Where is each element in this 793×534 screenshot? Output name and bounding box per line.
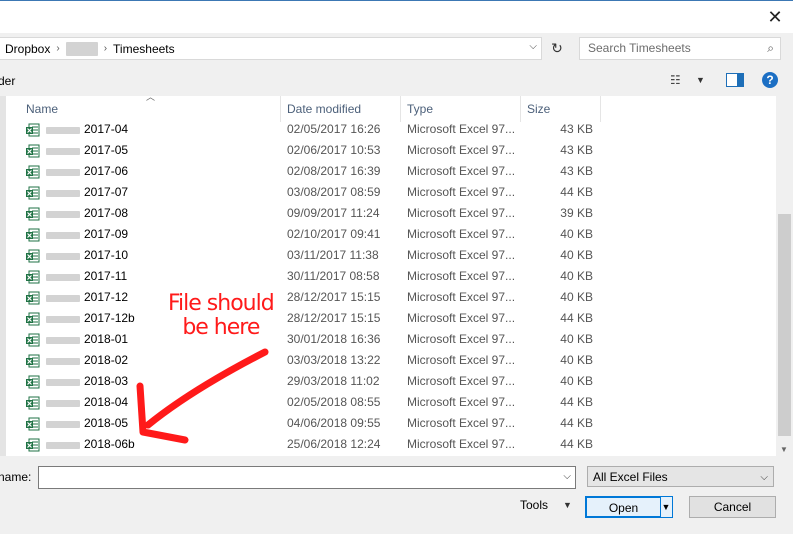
- file-name-label: name:: [0, 470, 32, 484]
- dialog-footer: name: ⌵ All Excel Files ⌵ Tools ▼ Open ▼…: [0, 458, 793, 534]
- arrow-shaft: [144, 348, 269, 429]
- annotation-line-2: be here: [182, 315, 260, 340]
- chevron-down-icon: ⌵: [760, 472, 768, 483]
- annotation-text: File should be here: [168, 291, 275, 340]
- open-split-dropdown-icon[interactable]: ▼: [660, 497, 672, 517]
- annotation-line-1: File should: [168, 291, 275, 316]
- file-type-value: All Excel Files: [593, 470, 668, 484]
- chevron-down-icon[interactable]: ⌵: [563, 471, 571, 482]
- annotation-arrow: [136, 348, 269, 444]
- file-name-input[interactable]: [39, 467, 557, 486]
- chevron-down-icon[interactable]: ▼: [563, 500, 572, 510]
- file-type-select[interactable]: All Excel Files ⌵: [587, 466, 774, 487]
- open-button-label[interactable]: Open: [586, 497, 661, 517]
- open-button[interactable]: Open ▼: [585, 496, 673, 518]
- file-name-combo: ⌵: [38, 466, 576, 489]
- cancel-button[interactable]: Cancel: [689, 496, 776, 518]
- tools-button[interactable]: Tools: [520, 498, 548, 512]
